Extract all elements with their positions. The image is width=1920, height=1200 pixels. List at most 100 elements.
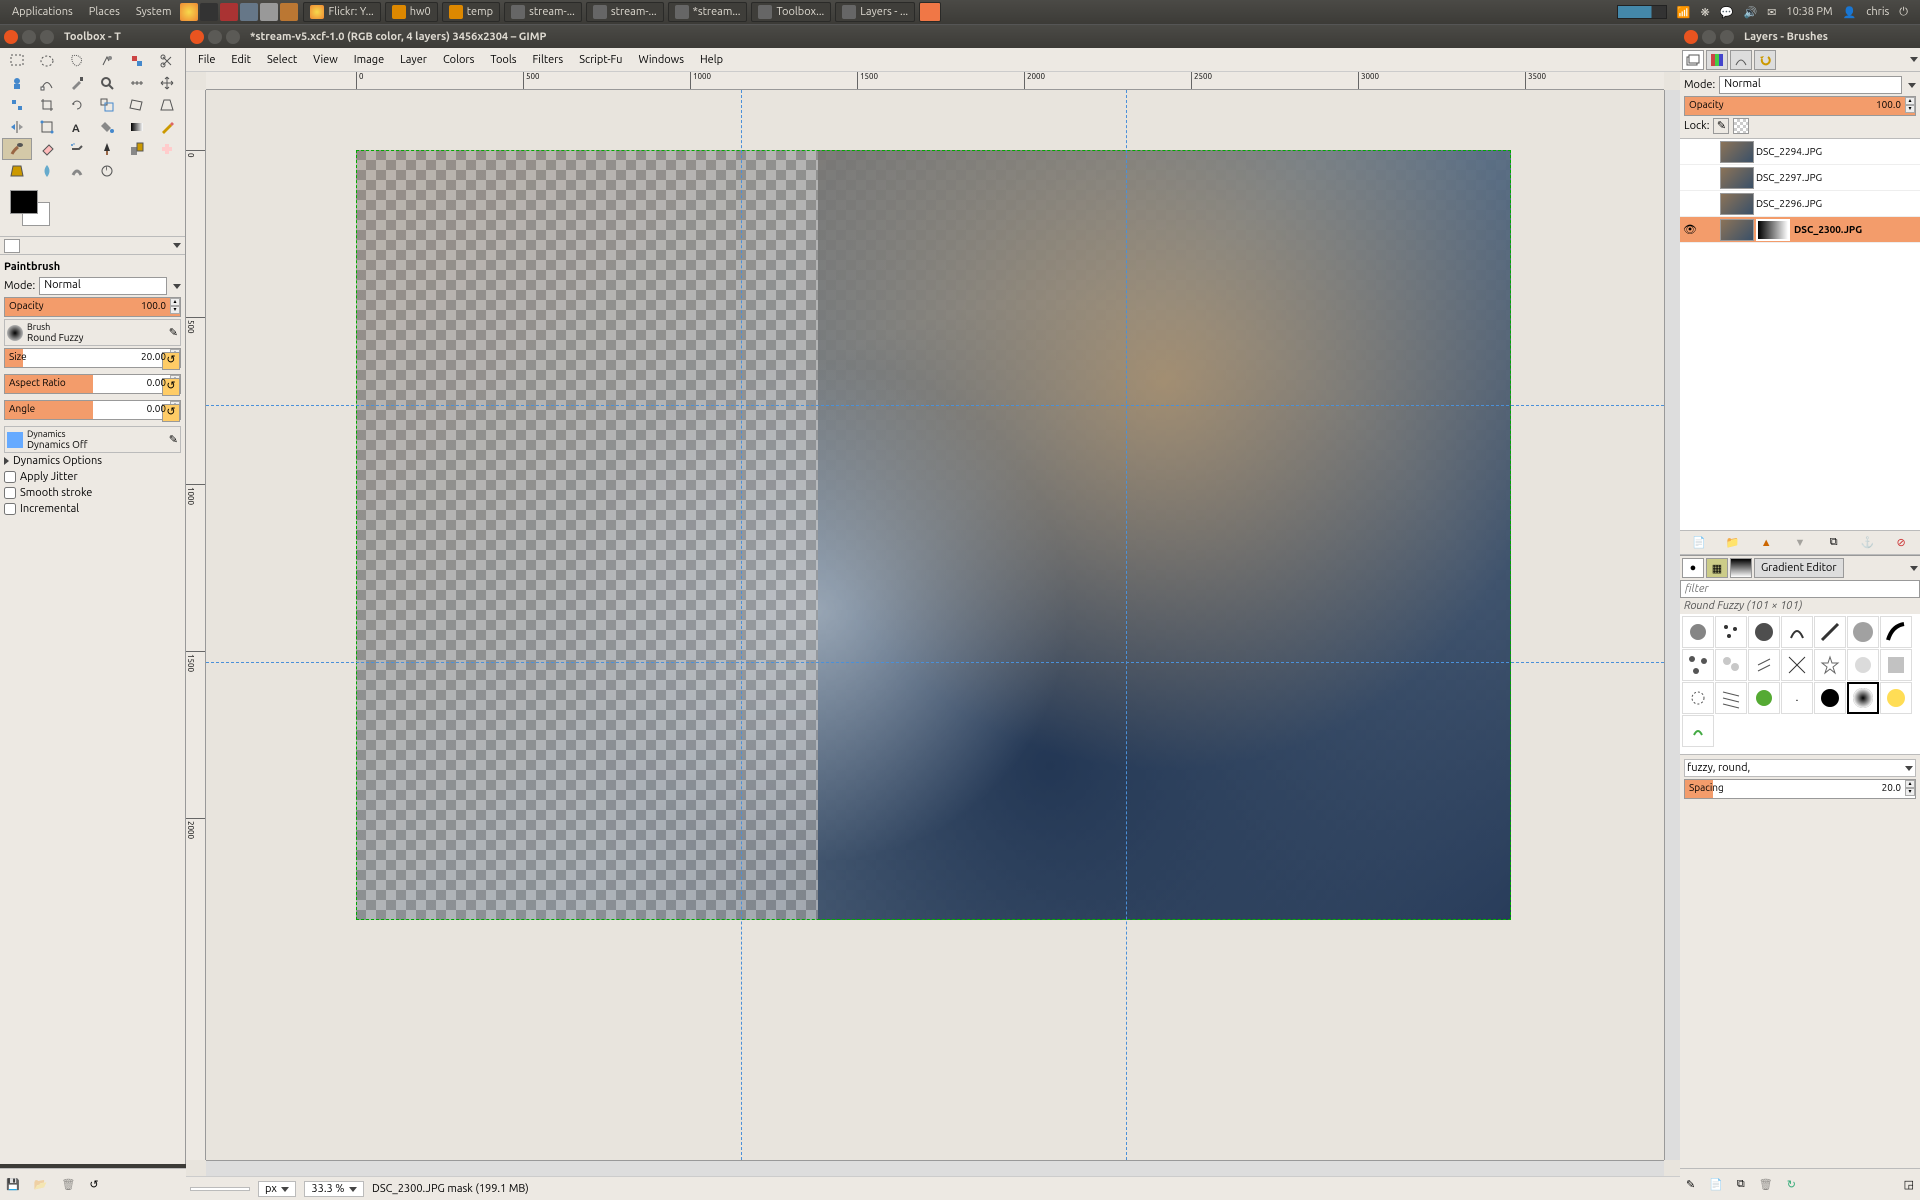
reset-options-icon[interactable]: ↺ xyxy=(89,1178,98,1191)
places-menu[interactable]: Places xyxy=(81,0,128,24)
paths-tool[interactable] xyxy=(32,72,62,94)
image-canvas[interactable] xyxy=(356,150,1511,920)
close-icon[interactable] xyxy=(4,30,18,44)
chat-icon[interactable]: 💬 xyxy=(1720,6,1734,19)
apply-jitter-checkbox[interactable]: Apply Jitter xyxy=(4,471,181,483)
scissors-tool[interactable] xyxy=(152,50,182,72)
clock[interactable]: 10:38 PM xyxy=(1786,6,1832,18)
brush-item[interactable] xyxy=(1682,715,1714,747)
vertical-ruler[interactable]: 0 500 1000 1500 2000 xyxy=(186,90,206,1160)
menu-file[interactable]: File xyxy=(190,54,223,66)
menu-dropdown-icon[interactable] xyxy=(173,243,181,248)
vertical-scrollbar[interactable] xyxy=(1664,90,1680,1160)
brush-preview-icon[interactable] xyxy=(7,325,23,341)
taskbar-item[interactable]: Layers - ... xyxy=(835,2,915,22)
taskbar-item[interactable]: temp xyxy=(442,2,500,22)
menu-layer[interactable]: Layer xyxy=(392,54,435,66)
size-slider[interactable]: Size 20.00 ▴▾ xyxy=(4,348,181,368)
launcher-icon[interactable] xyxy=(180,3,198,21)
gradients-tab-icon[interactable] xyxy=(1730,558,1752,578)
brush-item[interactable] xyxy=(1781,649,1813,681)
aspect-ratio-slider[interactable]: Aspect Ratio 0.00 ▴▾ xyxy=(4,374,181,394)
shear-tool[interactable] xyxy=(122,94,152,116)
network-icon[interactable]: 📶 xyxy=(1677,6,1691,19)
menu-dropdown-icon[interactable] xyxy=(1910,566,1918,571)
zoom-tool[interactable] xyxy=(92,72,122,94)
lock-pixels-icon[interactable]: ✎ xyxy=(1713,118,1729,134)
menu-tools[interactable]: Tools xyxy=(482,54,524,66)
perspective-clone-tool[interactable] xyxy=(2,160,32,182)
brush-item[interactable] xyxy=(1814,649,1846,681)
tray-icon[interactable] xyxy=(1617,5,1667,19)
color-selector[interactable] xyxy=(4,190,54,230)
menu-windows[interactable]: Windows xyxy=(630,54,692,66)
lock-alpha-icon[interactable] xyxy=(1733,118,1749,134)
applications-menu[interactable]: Applications xyxy=(4,0,81,24)
incremental-checkbox[interactable]: Incremental xyxy=(4,503,181,515)
layer-row[interactable]: DSC_2297.JPG xyxy=(1680,165,1920,191)
layer-mode-select[interactable]: Normal xyxy=(1719,76,1902,94)
dynamics-icon[interactable] xyxy=(7,432,23,448)
toolbox-titlebar[interactable]: Toolbox - T xyxy=(0,24,186,48)
brush-item[interactable] xyxy=(1715,649,1747,681)
mail-icon[interactable]: ✉ xyxy=(1767,6,1776,19)
taskbar-item[interactable]: Toolbox... xyxy=(751,2,831,22)
paths-tab-icon[interactable] xyxy=(1730,50,1752,70)
unit-select[interactable]: px xyxy=(258,1181,296,1197)
layer-opacity-slider[interactable]: Opacity 100.0 ▴▾ xyxy=(1684,96,1916,116)
ink-tool[interactable] xyxy=(92,138,122,160)
brush-item[interactable] xyxy=(1715,616,1747,648)
taskbar-item[interactable]: stream-... xyxy=(586,2,664,22)
close-icon[interactable] xyxy=(1684,30,1698,44)
menu-image[interactable]: Image xyxy=(346,54,392,66)
visibility-toggle[interactable]: 👁 xyxy=(1680,223,1700,236)
brush-item[interactable] xyxy=(1880,649,1912,681)
text-tool[interactable]: A xyxy=(62,116,92,138)
launcher-icon[interactable] xyxy=(240,3,258,21)
menu-colors[interactable]: Colors xyxy=(435,54,482,66)
move-tool[interactable] xyxy=(152,72,182,94)
layer-mask-thumbnail[interactable] xyxy=(1756,219,1790,241)
layer-row[interactable]: DSC_2294.JPG xyxy=(1680,139,1920,165)
new-layer-icon[interactable]: 📄 xyxy=(1689,533,1709,553)
rotate-tool[interactable] xyxy=(62,94,92,116)
measure-tool[interactable] xyxy=(122,72,152,94)
delete-layer-icon[interactable]: ⊘ xyxy=(1891,533,1911,553)
user-name[interactable]: chris xyxy=(1866,6,1889,18)
layer-name[interactable]: DSC_2297.JPG xyxy=(1756,172,1920,183)
brush-item[interactable] xyxy=(1748,682,1780,714)
power-icon[interactable]: ⏻ xyxy=(1899,6,1908,19)
new-group-icon[interactable]: 📁 xyxy=(1723,533,1743,553)
brush-item[interactable] xyxy=(1715,682,1747,714)
minimize-icon[interactable] xyxy=(22,30,36,44)
gradient-editor-tab[interactable]: Gradient Editor xyxy=(1754,558,1844,578)
launcher-icon[interactable] xyxy=(220,3,238,21)
by-color-select-tool[interactable] xyxy=(122,50,152,72)
blur-tool[interactable] xyxy=(32,160,62,182)
foreground-color[interactable] xyxy=(10,190,38,214)
duplicate-layer-icon[interactable]: ⧉ xyxy=(1824,533,1844,553)
bluetooth-icon[interactable]: ❋ xyxy=(1701,6,1710,19)
layer-thumbnail[interactable] xyxy=(1720,219,1754,241)
brush-item[interactable] xyxy=(1748,616,1780,648)
layer-thumbnail[interactable] xyxy=(1720,193,1754,215)
dynamics-options-expander[interactable]: Dynamics Options xyxy=(4,455,181,467)
anchor-layer-icon[interactable]: ⚓ xyxy=(1857,533,1877,553)
guide-horizontal[interactable] xyxy=(206,662,1664,663)
menu-filters[interactable]: Filters xyxy=(525,54,572,66)
tags-dropdown-icon[interactable] xyxy=(1905,766,1913,771)
eraser-tool[interactable] xyxy=(32,138,62,160)
delete-options-icon[interactable]: 🗑 xyxy=(61,1178,75,1191)
minimize-icon[interactable] xyxy=(1702,30,1716,44)
patterns-tab-icon[interactable]: ▦ xyxy=(1706,558,1728,578)
free-select-tool[interactable] xyxy=(62,50,92,72)
new-brush-icon[interactable]: 📄 xyxy=(1709,1178,1723,1191)
pencil-tool[interactable] xyxy=(152,116,182,138)
brush-filter-input[interactable] xyxy=(1680,580,1920,598)
perspective-tool[interactable] xyxy=(152,94,182,116)
brushes-tab-icon[interactable]: ● xyxy=(1682,558,1704,578)
restore-options-icon[interactable]: 📂 xyxy=(34,1178,48,1191)
guide-horizontal[interactable] xyxy=(206,405,1664,406)
cage-tool[interactable] xyxy=(32,116,62,138)
layer-name[interactable]: DSC_2296.JPG xyxy=(1756,198,1920,209)
